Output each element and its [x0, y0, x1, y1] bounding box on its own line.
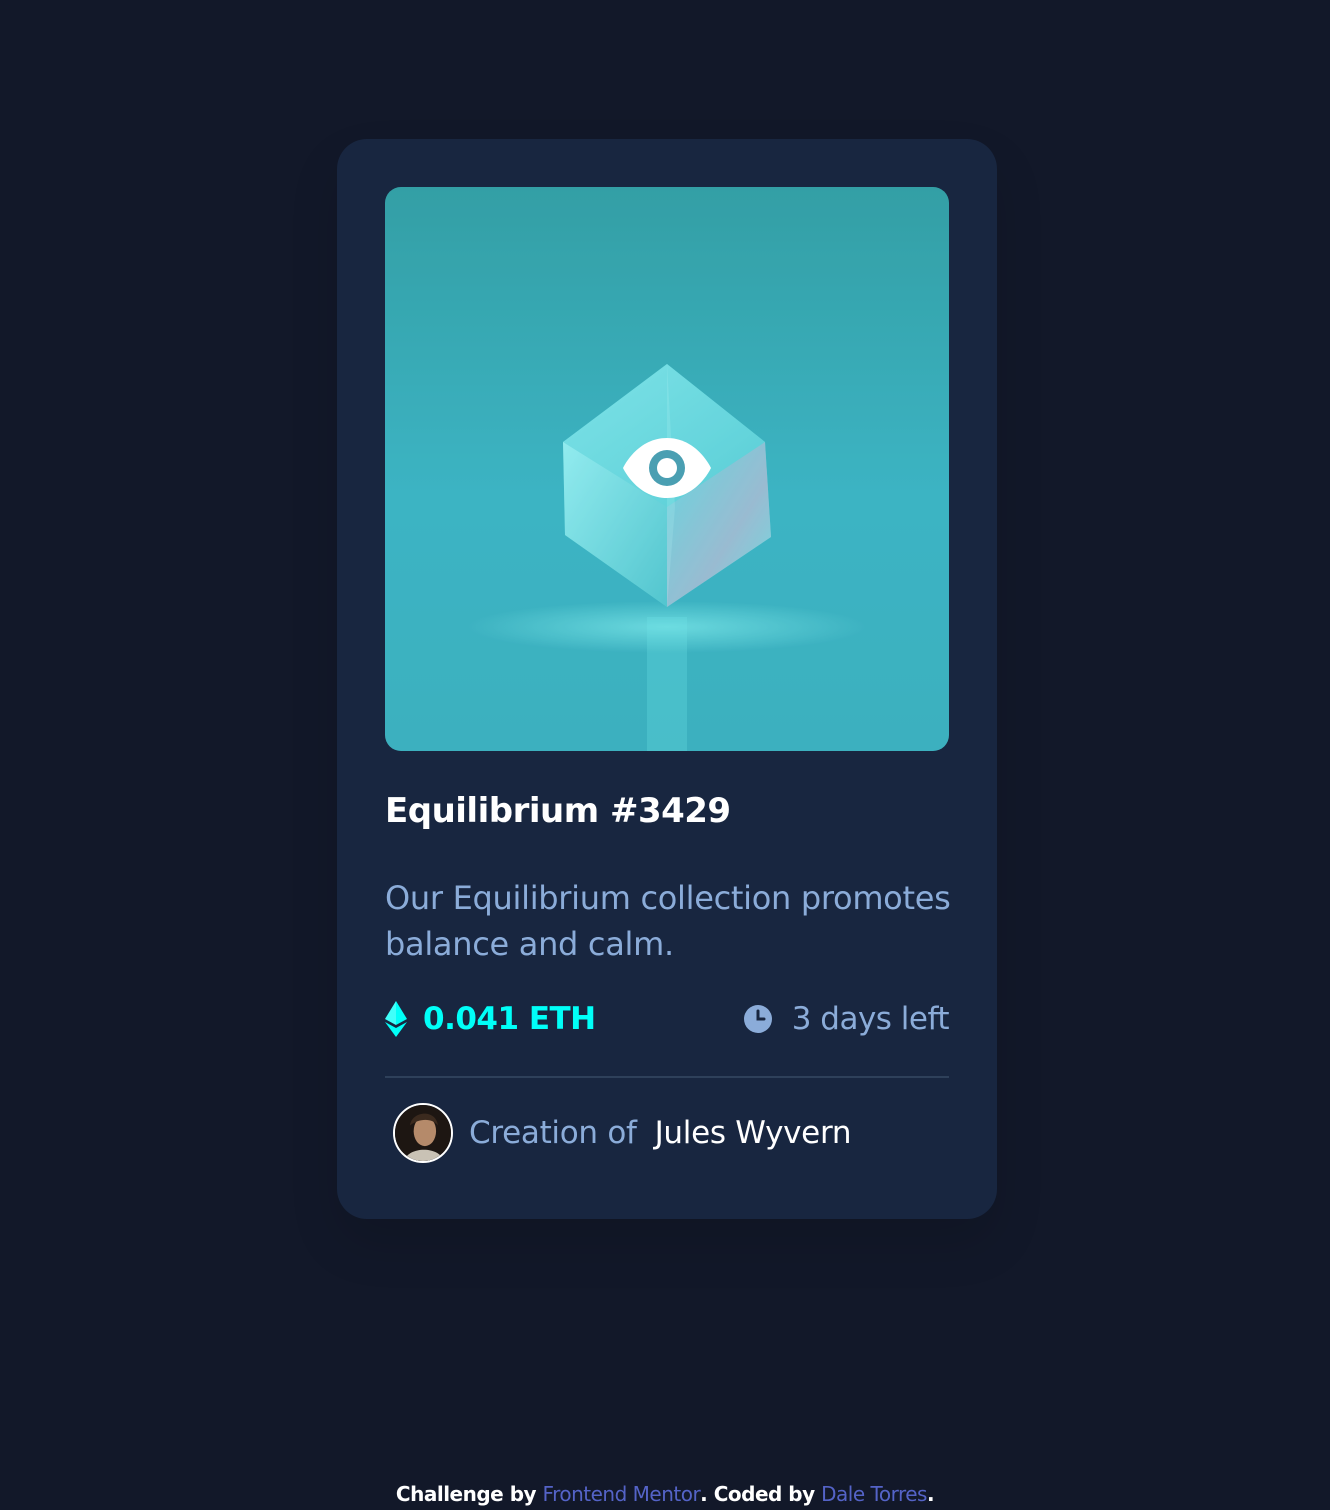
attribution-end: .: [926, 1482, 935, 1506]
creator-prefix: Creation of: [469, 1115, 637, 1151]
ethereum-icon: [385, 1001, 407, 1037]
eye-icon: [623, 438, 711, 498]
coder-link[interactable]: Dale Torres: [821, 1482, 927, 1506]
avatar: [393, 1103, 453, 1163]
divider: [385, 1076, 949, 1078]
creator-name-link[interactable]: Jules Wyvern: [655, 1115, 852, 1151]
nft-image[interactable]: [385, 187, 949, 751]
price-value: 0.041 ETH: [423, 1001, 596, 1037]
attribution-challenge-text: Challenge by: [395, 1482, 543, 1506]
creator-row: Creation of Jules Wyvern: [393, 1103, 852, 1163]
nft-description: Our Equilibrium collection promotes bala…: [385, 879, 951, 963]
clock-icon: [743, 1005, 772, 1033]
nft-card: Equilibrium #3429 Our Equilibrium collec…: [337, 139, 997, 1219]
attribution: Challenge by Frontend Mentor. Coded by D…: [0, 1482, 1330, 1506]
time-left: 3 days left: [791, 1001, 950, 1037]
price-row: 0.041 ETH: [385, 1001, 596, 1037]
frontend-mentor-link[interactable]: Frontend Mentor: [543, 1482, 701, 1506]
nft-title[interactable]: Equilibrium #3429: [385, 791, 731, 831]
time-row: 3 days left: [743, 1001, 950, 1037]
attribution-coded-text: . Coded by: [700, 1482, 822, 1506]
